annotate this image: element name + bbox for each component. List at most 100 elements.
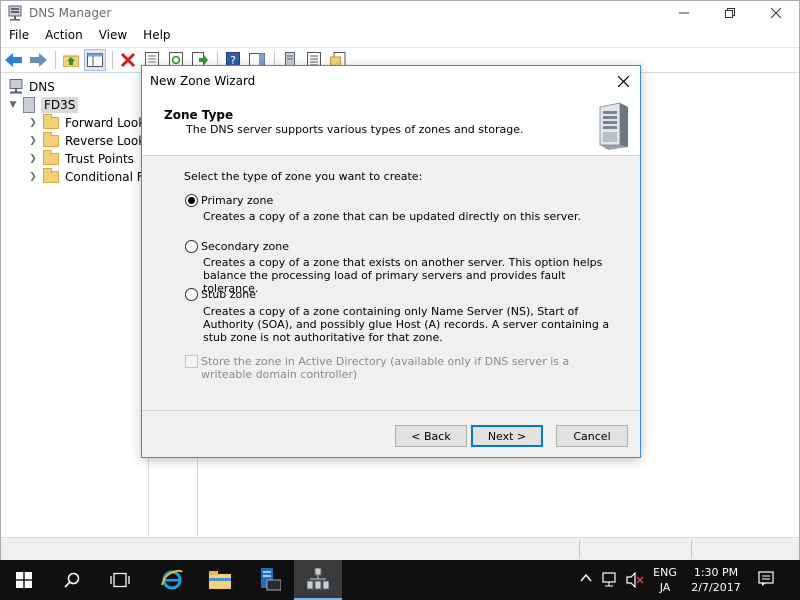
dialog-title: New Zone Wizard	[150, 74, 256, 88]
wizard-body: Select the type of zone you want to crea…	[142, 157, 640, 410]
menu-file[interactable]: File	[1, 25, 37, 45]
delete-button[interactable]	[117, 49, 139, 71]
keyboard-layout: JA	[659, 581, 671, 594]
back-button[interactable]	[3, 49, 25, 71]
server-manager-button[interactable]	[246, 560, 294, 600]
secondary-zone-description: Creates a copy of a zone that exists on …	[203, 256, 603, 295]
server-icon	[23, 97, 35, 113]
minimize-button[interactable]	[661, 1, 707, 25]
folder-icon	[43, 114, 59, 129]
file-explorer-button[interactable]	[196, 560, 244, 600]
show-hide-tree-button[interactable]	[84, 49, 106, 71]
primary-zone-description: Creates a copy of a zone that can be upd…	[203, 210, 582, 223]
status-segment	[691, 541, 692, 559]
chevron-right-icon[interactable]: ❯	[27, 135, 39, 147]
chevron-down-icon[interactable]: ▼	[7, 99, 19, 111]
volume-tray-button[interactable]	[626, 571, 644, 591]
stub-zone-description: Creates a copy of a zone containing only…	[203, 305, 610, 344]
chevron-right-icon[interactable]: ❯	[27, 117, 39, 129]
wizard-subheading: The DNS server supports various types of…	[186, 123, 524, 136]
dialog-close-button[interactable]	[606, 66, 640, 96]
folder-icon	[43, 150, 59, 165]
dns-network-icon	[307, 568, 329, 590]
internet-explorer-icon	[161, 569, 183, 590]
stub-zone-option[interactable]: Stub zone	[185, 288, 256, 301]
chevron-up-icon	[580, 573, 592, 582]
primary-zone-radio[interactable]	[185, 194, 198, 207]
secondary-zone-radio[interactable]	[185, 240, 198, 253]
file-explorer-icon	[209, 571, 231, 589]
status-segment	[579, 541, 580, 559]
clock-button[interactable]: 1:30 PM 2/7/2017	[688, 565, 744, 595]
tree-node-conditional-forwarders[interactable]: ❯ Conditional Fo	[27, 168, 149, 186]
wizard-header: Zone Type The DNS server supports variou…	[142, 96, 640, 156]
start-button[interactable]	[0, 560, 48, 600]
store-in-ad-checkbox	[185, 355, 198, 368]
arrow-right-icon	[30, 53, 47, 67]
task-view-icon	[110, 572, 130, 588]
stub-zone-radio[interactable]	[185, 288, 198, 301]
clock-date: 2/7/2017	[691, 581, 741, 594]
task-view-button[interactable]	[96, 560, 144, 600]
dns-icon	[9, 79, 23, 94]
network-icon	[602, 572, 616, 587]
menu-help[interactable]: Help	[135, 25, 178, 45]
up-folder-button[interactable]	[60, 49, 82, 71]
taskbar: ENG JA 1:30 PM 2/7/2017	[0, 560, 800, 600]
server-tower-icon	[599, 102, 628, 150]
stub-zone-label: Stub zone	[201, 288, 256, 301]
forward-button[interactable]	[27, 49, 49, 71]
action-center-button[interactable]	[758, 571, 774, 590]
dns-manager-taskbar-button[interactable]	[294, 560, 342, 600]
chevron-right-icon[interactable]: ❯	[27, 153, 39, 165]
tree-node-trust-points[interactable]: ❯ Trust Points	[27, 150, 134, 168]
close-icon	[771, 8, 781, 18]
search-button[interactable]	[48, 560, 96, 600]
input-language-button[interactable]: ENG JA	[652, 565, 678, 595]
next-button[interactable]: Next >	[471, 425, 543, 447]
notifications-icon	[758, 571, 774, 586]
status-bar	[1, 537, 799, 561]
close-window-button[interactable]	[753, 1, 799, 25]
primary-zone-label: Primary zone	[201, 194, 274, 207]
dns-app-icon	[8, 5, 22, 21]
chevron-right-icon[interactable]: ❯	[27, 171, 39, 183]
network-tray-button[interactable]	[602, 572, 620, 591]
internet-explorer-button[interactable]	[148, 560, 196, 600]
search-icon	[64, 572, 80, 588]
toolbar-separator	[112, 51, 113, 69]
tree-node-reverse-lookup[interactable]: ❯ Reverse Looku	[27, 132, 149, 150]
tree-node-forward-lookup[interactable]: ❯ Forward Looku	[27, 114, 149, 132]
close-icon	[617, 75, 629, 87]
console-tree-icon	[87, 53, 103, 67]
clock-time: 1:30 PM	[693, 566, 739, 579]
maximize-button[interactable]	[707, 1, 753, 25]
show-hidden-icons-button[interactable]	[580, 573, 592, 586]
menu-action[interactable]: Action	[37, 25, 91, 45]
folder-icon	[43, 132, 59, 147]
tree-node-fd3s[interactable]: ▼ FD3S	[7, 96, 79, 114]
windows-logo-icon	[16, 572, 32, 588]
volume-muted-icon	[626, 571, 644, 589]
menu-bar: File Action View Help	[1, 25, 799, 45]
primary-zone-option[interactable]: Primary zone	[185, 194, 273, 207]
back-button[interactable]: < Back	[395, 425, 467, 447]
cancel-button[interactable]: Cancel	[556, 425, 628, 447]
button-separator	[142, 410, 640, 411]
secondary-zone-option[interactable]: Secondary zone	[185, 240, 289, 253]
dialog-title-bar[interactable]: New Zone Wizard	[142, 66, 640, 96]
delete-x-icon	[120, 52, 136, 68]
arrow-left-icon	[5, 53, 22, 67]
store-in-ad-option: Store the zone in Active Directory (avai…	[185, 355, 621, 381]
tree-label-reverse: Reverse Looku	[65, 134, 149, 148]
console-tree: DNS ▼ FD3S ❯ Forward Looku ❯ Reverse Loo…	[1, 74, 149, 536]
secondary-zone-label: Secondary zone	[201, 240, 289, 253]
store-in-ad-label: Store the zone in Active Directory (avai…	[201, 355, 570, 381]
zone-type-prompt: Select the type of zone you want to crea…	[184, 170, 423, 183]
tree-node-dns[interactable]: DNS	[9, 78, 55, 96]
toolbar-separator	[55, 51, 56, 69]
language-code: ENG	[653, 566, 677, 579]
tree-label-conditional: Conditional Fo	[65, 170, 149, 184]
tree-label-forward: Forward Looku	[65, 116, 149, 130]
menu-view[interactable]: View	[91, 25, 135, 45]
